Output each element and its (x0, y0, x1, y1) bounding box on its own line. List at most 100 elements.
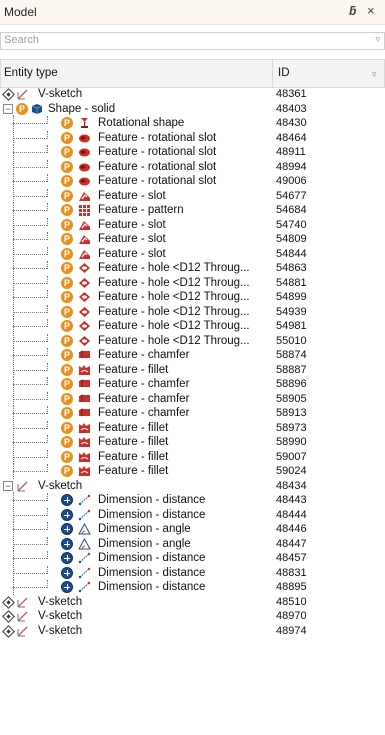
feature-row[interactable]: P Feature - rotational slot 49006 (0, 173, 383, 189)
feature-row[interactable]: P Feature - rotational slot 48994 (0, 158, 383, 174)
feature-row[interactable]: P Feature - fillet 58973 (0, 419, 383, 435)
tree-row[interactable]: − P Shape - solid 48403 (0, 102, 383, 117)
tree-line (47, 145, 48, 153)
entity-label: Feature - slot (98, 247, 166, 260)
column-filter-icon[interactable]: ▿ (372, 69, 377, 80)
pin-icon[interactable]: ƃ (349, 4, 356, 18)
entity-label: Feature - hole <D12 Throug... (98, 276, 250, 289)
dimension-row[interactable]: Dimension - distance 48895 (0, 579, 383, 595)
tree-line (47, 377, 48, 385)
blue-status-badge-icon (61, 494, 73, 506)
orange-status-badge-icon: P (61, 465, 73, 477)
collapse-icon[interactable]: − (3, 103, 13, 114)
orange-status-badge-icon: P (61, 407, 73, 419)
orange-status-badge-icon: P (61, 349, 73, 361)
tree-row[interactable]: − V-sketch 48434 (0, 479, 383, 494)
feature-row[interactable]: P Feature - fillet 58887 (0, 361, 383, 377)
entity-id: 48434 (276, 479, 307, 492)
orange-status-badge-icon: P (61, 363, 73, 376)
collapse-icon[interactable]: − (3, 480, 13, 491)
feature-row[interactable]: P Feature - chamfer 58896 (0, 376, 383, 392)
entity-id: 48457 (276, 552, 307, 564)
tree-line (47, 464, 48, 472)
chamfer-icon (78, 393, 91, 405)
feature-row[interactable]: P Feature - hole <D12 Throug... 54863 (0, 260, 383, 276)
tree-row[interactable]: V-sketch 48361 (0, 87, 383, 102)
entity-id: 54939 (276, 305, 307, 318)
tree-line (13, 558, 47, 559)
sketch-icon (17, 596, 30, 608)
search-input[interactable] (1, 33, 354, 47)
tree-line (47, 333, 48, 342)
entity-label: Shape - solid (48, 102, 116, 115)
feature-row[interactable]: P Feature - chamfer 58874 (0, 347, 383, 363)
entity-id: 54881 (276, 276, 307, 289)
tree-line (47, 493, 48, 501)
dimension-row[interactable]: Dimension - distance 48443 (0, 492, 383, 508)
feature-row[interactable]: P Feature - hole <D12 Throug... 55010 (0, 332, 383, 348)
feature-row[interactable]: P Feature - chamfer 58913 (0, 405, 383, 421)
feature-row[interactable]: P Feature - slot 54809 (0, 231, 383, 247)
tree-row[interactable]: V-sketch 48970 (0, 609, 383, 624)
dimension-row[interactable]: Dimension - distance 48444 (0, 506, 383, 522)
fillet-icon (78, 451, 91, 463)
entity-label: V-sketch (38, 595, 83, 608)
close-icon[interactable]: × (367, 3, 375, 18)
blue-status-badge-icon (61, 523, 73, 535)
feature-row[interactable]: P Feature - fillet 58990 (0, 434, 383, 450)
feature-row[interactable]: P Feature - chamfer 58905 (0, 390, 383, 406)
entity-label: Feature - pattern (98, 204, 184, 216)
entity-label: Dimension - distance (98, 566, 206, 579)
entity-label: Dimension - distance (98, 581, 206, 593)
entity-id: 48911 (276, 146, 306, 158)
tree-line (13, 398, 47, 400)
feature-row[interactable]: P Feature - slot 54740 (0, 216, 383, 232)
feature-row[interactable]: P Feature - fillet 59007 (0, 448, 383, 464)
search-dropdown-icon[interactable]: ▿ (375, 34, 380, 45)
tree-line (47, 348, 48, 356)
column-header-id[interactable]: ID (278, 67, 290, 79)
hole-icon (78, 335, 91, 347)
search-box[interactable]: ▿ (0, 32, 385, 50)
column-separator[interactable] (272, 60, 273, 87)
entity-label: Feature - rotational slot (98, 160, 217, 173)
feature-row[interactable]: P Feature - slot 54844 (0, 245, 383, 261)
tree-line (13, 572, 47, 574)
entity-id: 48510 (276, 595, 307, 608)
tree-row[interactable]: V-sketch 48510 (0, 595, 383, 610)
expand-diamond-icon[interactable] (2, 610, 15, 623)
dimension-row[interactable]: Dimension - distance 48457 (0, 550, 383, 566)
dimension-row[interactable]: Dimension - distance 48831 (0, 564, 383, 580)
tree-line (13, 311, 47, 313)
feature-row[interactable]: P Feature - hole <D12 Throug... 54899 (0, 289, 383, 305)
feature-row[interactable]: P Feature - fillet 59024 (0, 463, 383, 479)
feature-row[interactable]: P Feature - slot 54677 (0, 187, 383, 203)
entity-label: Feature - chamfer (98, 378, 190, 390)
tree-line (47, 420, 48, 429)
tree-row[interactable]: V-sketch 48974 (0, 624, 383, 639)
feature-row[interactable]: P Feature - hole <D12 Throug... 54939 (0, 303, 383, 319)
feature-row[interactable]: P Feature - rotational slot 48911 (0, 144, 383, 160)
expand-diamond-icon[interactable] (2, 624, 15, 638)
dimension-row[interactable]: Dimension - angle 48447 (0, 535, 383, 551)
orange-status-badge-icon: P (61, 233, 73, 245)
tree-line (47, 406, 48, 414)
tree-line (47, 261, 48, 269)
entity-label: Dimension - distance (98, 494, 206, 506)
entity-id: 48974 (276, 624, 307, 637)
tree-line (47, 565, 48, 574)
entity-label: Feature - rotational slot (98, 146, 217, 158)
tree-line (13, 413, 47, 414)
feature-row[interactable]: P Rotational shape 48430 (0, 115, 383, 131)
feature-row[interactable]: P Feature - hole <D12 Throug... 54981 (0, 318, 383, 334)
dimension-row[interactable]: Dimension - angle 48446 (0, 521, 383, 537)
feature-row[interactable]: P Feature - hole <D12 Throug... 54881 (0, 274, 383, 290)
expand-diamond-icon[interactable] (2, 88, 15, 101)
tree-line (13, 210, 47, 211)
feature-row[interactable]: P Feature - pattern 54684 (0, 202, 383, 218)
column-header-entity-type[interactable]: Entity type (4, 67, 58, 79)
expand-diamond-icon[interactable] (2, 595, 15, 609)
entity-label: V-sketch (38, 610, 83, 622)
tree-line (47, 159, 48, 168)
feature-row[interactable]: P Feature - rotational slot 48464 (0, 129, 383, 145)
